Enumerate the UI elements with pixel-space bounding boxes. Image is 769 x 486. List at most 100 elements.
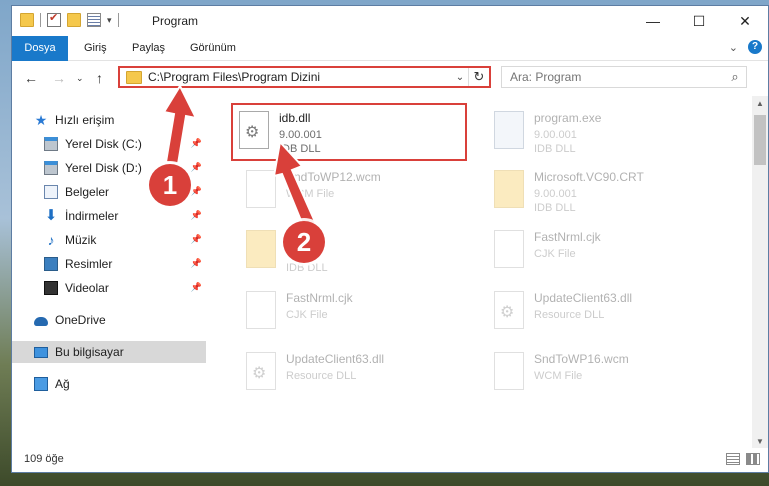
close-button[interactable]: ✕ [722,6,768,36]
file-item[interactable]: ⚙ UpdateClient63.dll Resource DLL [488,285,728,343]
sidebar-item-label: Videolar [65,281,109,295]
help-icon[interactable]: ? [748,40,762,54]
tab-view[interactable]: Görünüm [176,36,250,60]
window-controls: — ☐ ✕ [630,6,768,36]
sidebar-item-label: Hızlı erişim [55,113,115,127]
sidebar-item-label: İndirmeler [65,209,119,223]
file-icon [246,291,276,329]
explorer-window: ▾ Program — ☐ ✕ Dosya Giriş Paylaş Görün… [11,5,769,473]
pictures-icon [44,257,58,271]
file-name: UpdateClient63.dll [534,291,633,305]
new-folder-icon[interactable] [67,13,81,27]
up-arrow-icon[interactable]: ↑ [96,70,103,86]
file-name: FastNrml.cjk [534,230,601,244]
sidebar-item-label: Bu bilgisayar [55,345,124,359]
file-type: CJK File [534,248,576,260]
step-badge-2: 2 [283,221,325,263]
customize-toolbar-icon[interactable]: ▾ [107,15,112,26]
dll-icon: ⚙ [494,291,524,329]
sidebar-item-label: Ağ [55,377,70,391]
search-icon[interactable]: ⌕ [724,69,746,85]
sidebar-item-label: Yerel Disk (C:) [65,137,142,151]
file-description: IDB DLL [534,202,576,214]
gear-icon: ⚙ [245,124,260,141]
folder-icon [20,13,34,27]
download-icon: ⬇ [44,207,58,224]
recent-locations-icon[interactable]: ⌄ [76,73,84,84]
step-badge-1: 1 [149,164,191,206]
vertical-scrollbar[interactable]: ▲ ▼ [752,96,768,450]
sidebar-item-music[interactable]: ♪ Müzik 📌 [12,229,206,251]
quick-access-toolbar: ▾ [20,11,119,27]
sidebar-item-videos[interactable]: Videolar 📌 [12,277,206,299]
file-item[interactable]: FastNrml.cjk CJK File [240,285,480,343]
file-item[interactable]: program.exe 9.00.001 IDB DLL [488,105,728,163]
search-input[interactable] [502,69,724,85]
chevron-down-icon[interactable]: ⌄ [729,41,738,54]
sidebar-item-label: Yerel Disk (D:) [65,161,142,175]
back-arrow-icon[interactable]: ← [24,70,38,86]
file-type: WCM File [534,370,583,382]
pin-icon: 📌 [190,210,202,220]
file-item[interactable]: ⚙ UpdateClient63.dll Resource DLL [240,346,480,404]
title-bar: ▾ Program — ☐ ✕ [12,6,768,36]
view-buttons [726,453,760,465]
scroll-up-icon[interactable]: ▲ [752,96,768,112]
maximize-button[interactable]: ☐ [676,6,722,36]
file-name: idb.dll [279,111,311,125]
sidebar-item-pictures[interactable]: Resimler 📌 [12,253,206,275]
computer-icon [34,346,48,358]
pin-icon: 📌 [190,234,202,244]
view-list-icon[interactable] [87,13,101,27]
file-item[interactable]: SndToWP16.wcm WCM File [488,346,728,404]
star-icon: ★ [34,112,48,128]
dll-icon: ⚙ [239,111,269,149]
file-name: UpdateClient63.dll [286,352,385,366]
forward-arrow-icon[interactable]: → [52,70,66,86]
details-view-icon[interactable] [726,453,740,465]
sidebar-item-onedrive[interactable]: OneDrive [12,309,206,331]
disk-icon [44,137,58,151]
sidebar-item-label: Belgeler [65,185,110,199]
sidebar-item-downloads[interactable]: ⬇ İndirmeler 📌 [12,205,206,227]
gear-icon: ⚙ [252,365,267,382]
file-item[interactable]: Microsoft.VC90.CRT 9.00.001 IDB DLL [488,164,728,222]
tab-home[interactable]: Giriş [70,36,121,60]
scroll-thumb[interactable] [754,115,766,165]
file-item-idb-dll[interactable]: ⚙ idb.dll 9.00.001 IDB DLL [231,103,467,161]
disk-icon [44,161,58,175]
folder-icon [126,70,142,84]
file-version: 9.00.001 [534,129,577,141]
tab-share[interactable]: Paylaş [118,36,179,60]
exe-icon [494,111,524,149]
network-icon [34,377,48,391]
sidebar-item-label: OneDrive [55,313,106,327]
navigation-bar: ← → ⌄ ↑ C:\Program Files\Program Dizini … [12,61,768,95]
document-icon [44,185,58,199]
address-dropdown-icon[interactable]: ⌄ [452,72,468,83]
address-path[interactable]: C:\Program Files\Program Dizini [148,70,452,84]
file-name: SndToWP16.wcm [534,352,629,366]
refresh-icon[interactable]: ↻ [468,68,489,86]
file-type: Resource DLL [534,309,605,321]
file-name: program.exe [534,111,602,125]
minimize-button[interactable]: — [630,6,676,36]
folder-icon [494,170,524,208]
file-type: Resource DLL [286,370,357,382]
file-name: FastNrml.cjk [286,291,353,305]
search-box[interactable]: ⌕ [501,66,747,88]
sidebar-item-label: Müzik [65,233,97,247]
item-count: 109 öğe [24,453,64,465]
pin-icon: 📌 [190,258,202,268]
sidebar-item-this-pc[interactable]: Bu bilgisayar [12,341,206,363]
file-item[interactable]: FastNrml.cjk CJK File [488,224,728,282]
large-icons-view-icon[interactable] [746,453,760,465]
video-icon [44,281,58,295]
window-title: Program [152,14,199,28]
file-version: 9.00.001 [534,188,577,200]
sidebar-item-network[interactable]: Ağ [12,373,206,395]
file-description: IDB DLL [534,143,576,155]
properties-check-icon[interactable] [47,11,61,27]
gear-icon: ⚙ [500,304,515,321]
sidebar-item-label: Resimler [65,257,113,271]
